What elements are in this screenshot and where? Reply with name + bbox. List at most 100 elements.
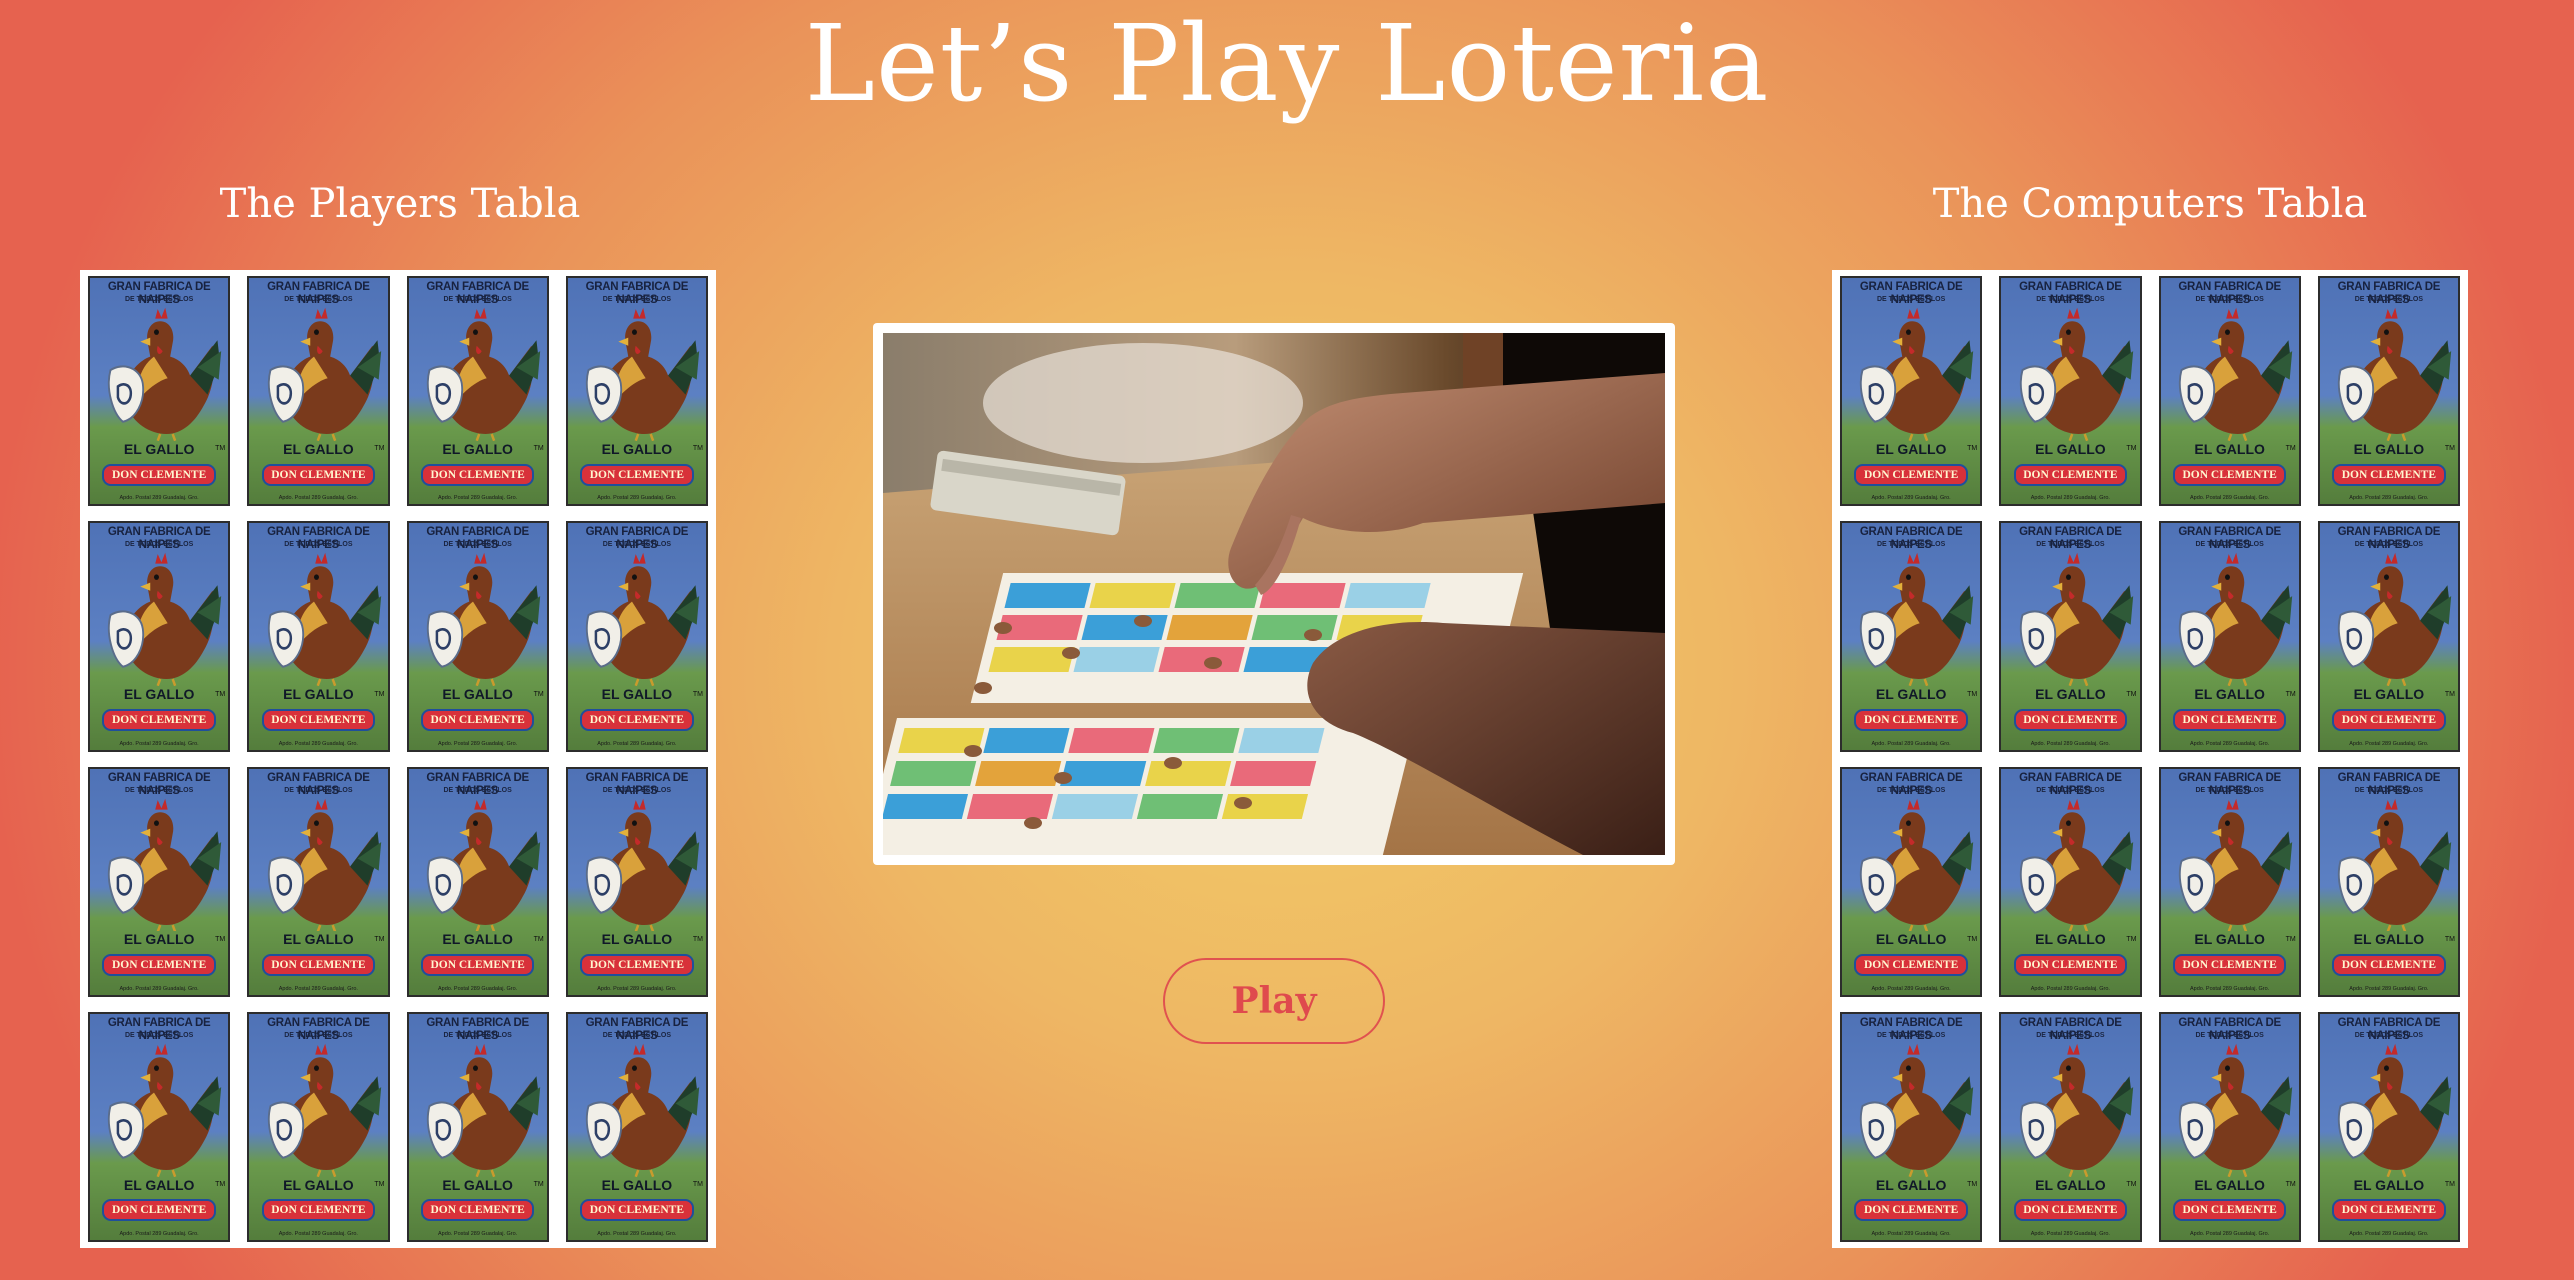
loteria-card[interactable]: GRAN FABRICA DE NAIPES DE TODOS ESTILOS EL… [88, 766, 231, 997]
loteria-card[interactable]: GRAN FABRICA DE NAIPES DE TODOS ESTILOS EL… [88, 1011, 231, 1242]
loteria-card[interactable]: GRAN FABRICA DE NAIPES DE TODOS ESTILOS EL… [565, 766, 708, 997]
card-sub-text: DE TODOS ESTILOS [124, 296, 194, 303]
card-sub-text: DE TODOS ESTILOS [602, 541, 672, 549]
card-sub-text: DE TODOS ESTILOS [284, 296, 353, 303]
loteria-card[interactable]: GRAN FABRICA DE NAIPES DE TODOS ESTILOS EL… [565, 276, 708, 507]
loteria-game-photo [883, 333, 1665, 855]
rooster-icon [1860, 798, 1974, 932]
rooster-icon [426, 307, 540, 441]
loteria-card[interactable]: GRAN FABRICA DE NAIPES DE TODOS ESTILOS EL… [1999, 1011, 2142, 1242]
card-sub-text: DE TODOS ESTILOS [124, 1031, 194, 1039]
card-trademark: TM [533, 1181, 544, 1189]
loteria-card[interactable]: GRAN FABRICA DE NAIPES DE TODOS ESTILOS EL… [565, 521, 708, 752]
card-top-text: GRAN FABRICA DE NAIPES [107, 771, 211, 797]
card-trademark: TM [215, 445, 226, 453]
card-top-text: GRAN FABRICA DE NAIPES [585, 1016, 689, 1042]
loteria-card[interactable]: GRAN FABRICA DE NAIPES DE TODOS ESTILOS EL… [406, 1011, 549, 1242]
card-trademark: TM [533, 445, 544, 453]
loteria-card[interactable]: GRAN FABRICA DE NAIPES DE TODOS ESTILOS EL… [2317, 766, 2460, 997]
loteria-card[interactable]: GRAN FABRICA DE NAIPES DE TODOS ESTILOS EL… [247, 521, 390, 752]
rooster-icon [2178, 1043, 2292, 1177]
card-banner: DON CLEMENTE [2332, 463, 2446, 486]
loteria-card[interactable]: GRAN FABRICA DE NAIPES DE TODOS ESTILOS EL… [1999, 521, 2142, 752]
card-name: EL GALLO [1875, 440, 1947, 457]
loteria-card[interactable]: GRAN FABRICA DE NAIPES DE TODOS ESTILOS EL… [1840, 521, 1983, 752]
card-top-text: GRAN FABRICA DE NAIPES [267, 526, 370, 552]
card-sub-text: DE TODOS ESTILOS [284, 1031, 353, 1039]
card-sub-text: DE TODOS ESTILOS [602, 1031, 672, 1039]
card-sub-text: DE TODOS ESTILOS [602, 296, 672, 303]
loteria-card[interactable]: GRAN FABRICA DE NAIPES DE TODOS ESTILOS EL… [1999, 276, 2142, 507]
card-banner: DON CLEMENTE [261, 954, 376, 977]
card-sub-text: DE TODOS ESTILOS [2195, 786, 2264, 794]
card-footer: Apdo. Postal 289 Guadalaj. Gro. [1871, 985, 1951, 992]
card-name: EL GALLO [2194, 686, 2265, 703]
card-trademark: TM [2444, 935, 2455, 943]
card-banner: DON CLEMENTE [2332, 1199, 2446, 1222]
card-sub-text: DE TODOS ESTILOS [2036, 296, 2105, 303]
card-banner: DON CLEMENTE [261, 708, 376, 731]
loteria-card[interactable]: GRAN FABRICA DE NAIPES DE TODOS ESTILOS EL… [565, 1011, 708, 1242]
rooster-icon [267, 1043, 381, 1177]
card-banner: DON CLEMENTE [1854, 708, 1968, 731]
rooster-icon [585, 307, 700, 441]
card-top-text: GRAN FABRICA DE NAIPES [2019, 281, 2122, 306]
loteria-card[interactable]: GRAN FABRICA DE NAIPES DE TODOS ESTILOS EL… [406, 766, 549, 997]
card-footer: Apdo. Postal 289 Guadalaj. Gro. [278, 740, 358, 747]
card-banner: DON CLEMENTE [1854, 954, 1968, 977]
card-top-text: GRAN FABRICA DE NAIPES [267, 771, 370, 797]
loteria-card[interactable]: GRAN FABRICA DE NAIPES DE TODOS ESTILOS EL… [247, 276, 390, 507]
loteria-card[interactable]: GRAN FABRICA DE NAIPES DE TODOS ESTILOS EL… [406, 521, 549, 752]
card-top-text: GRAN FABRICA DE NAIPES [2178, 771, 2281, 797]
loteria-card[interactable]: GRAN FABRICA DE NAIPES DE TODOS ESTILOS EL… [1999, 766, 2142, 997]
card-name: EL GALLO [283, 440, 354, 457]
card-top-text: GRAN FABRICA DE NAIPES [2337, 771, 2441, 797]
card-banner: DON CLEMENTE [420, 463, 535, 486]
card-name: EL GALLO [1875, 686, 1947, 703]
card-footer: Apdo. Postal 289 Guadalaj. Gro. [597, 985, 677, 992]
card-trademark: TM [533, 935, 544, 943]
card-sub-text: DE TODOS ESTILOS [2036, 786, 2105, 794]
card-trademark: TM [2444, 445, 2455, 453]
card-name: EL GALLO [442, 686, 513, 703]
loteria-card[interactable]: GRAN FABRICA DE NAIPES DE TODOS ESTILOS EL… [2317, 521, 2460, 752]
card-top-text: GRAN FABRICA DE NAIPES [1859, 1016, 1963, 1042]
rooster-icon [2337, 1043, 2452, 1177]
card-banner: DON CLEMENTE [102, 1199, 216, 1222]
card-banner: DON CLEMENTE [580, 708, 694, 731]
loteria-card[interactable]: GRAN FABRICA DE NAIPES DE TODOS ESTILOS EL… [247, 1011, 390, 1242]
card-trademark: TM [2285, 445, 2296, 453]
loteria-card[interactable]: GRAN FABRICA DE NAIPES DE TODOS ESTILOS EL… [1840, 766, 1983, 997]
loteria-card[interactable]: GRAN FABRICA DE NAIPES DE TODOS ESTILOS EL… [2317, 1011, 2460, 1242]
rooster-icon [2019, 1043, 2133, 1177]
card-name: EL GALLO [2035, 686, 2106, 703]
rooster-icon [2019, 798, 2133, 932]
card-banner: DON CLEMENTE [2172, 463, 2287, 486]
rooster-icon [2178, 307, 2292, 441]
card-top-text: GRAN FABRICA DE NAIPES [107, 526, 211, 552]
card-footer: Apdo. Postal 289 Guadalaj. Gro. [2030, 985, 2110, 992]
card-trademark: TM [374, 1181, 385, 1189]
loteria-card[interactable]: GRAN FABRICA DE NAIPES DE TODOS ESTILOS EL… [88, 521, 231, 752]
loteria-card[interactable]: GRAN FABRICA DE NAIPES DE TODOS ESTILOS EL… [406, 276, 549, 507]
card-top-text: GRAN FABRICA DE NAIPES [585, 281, 689, 306]
loteria-card[interactable]: GRAN FABRICA DE NAIPES DE TODOS ESTILOS EL… [2158, 1011, 2301, 1242]
play-button[interactable]: Play [1163, 958, 1385, 1044]
rooster-icon [2337, 307, 2452, 441]
loteria-card[interactable]: GRAN FABRICA DE NAIPES DE TODOS ESTILOS EL… [88, 276, 231, 507]
loteria-card[interactable]: GRAN FABRICA DE NAIPES DE TODOS ESTILOS EL… [1840, 1011, 1983, 1242]
card-trademark: TM [2444, 690, 2455, 698]
card-name: EL GALLO [283, 1176, 354, 1193]
loteria-card[interactable]: GRAN FABRICA DE NAIPES DE TODOS ESTILOS EL… [247, 766, 390, 997]
loteria-card[interactable]: GRAN FABRICA DE NAIPES DE TODOS ESTILOS EL… [1840, 276, 1983, 507]
card-footer: Apdo. Postal 289 Guadalaj. Gro. [1871, 740, 1951, 747]
loteria-card[interactable]: GRAN FABRICA DE NAIPES DE TODOS ESTILOS EL… [2158, 521, 2301, 752]
card-footer: Apdo. Postal 289 Guadalaj. Gro. [278, 495, 358, 502]
card-top-text: GRAN FABRICA DE NAIPES [426, 526, 529, 552]
player-board-heading: The Players Tabla [219, 181, 581, 227]
card-name: EL GALLO [442, 440, 513, 457]
loteria-card[interactable]: GRAN FABRICA DE NAIPES DE TODOS ESTILOS EL… [2158, 766, 2301, 997]
photo-frame [873, 323, 1675, 865]
loteria-card[interactable]: GRAN FABRICA DE NAIPES DE TODOS ESTILOS EL… [2317, 276, 2460, 507]
loteria-card[interactable]: GRAN FABRICA DE NAIPES DE TODOS ESTILOS EL… [2158, 276, 2301, 507]
